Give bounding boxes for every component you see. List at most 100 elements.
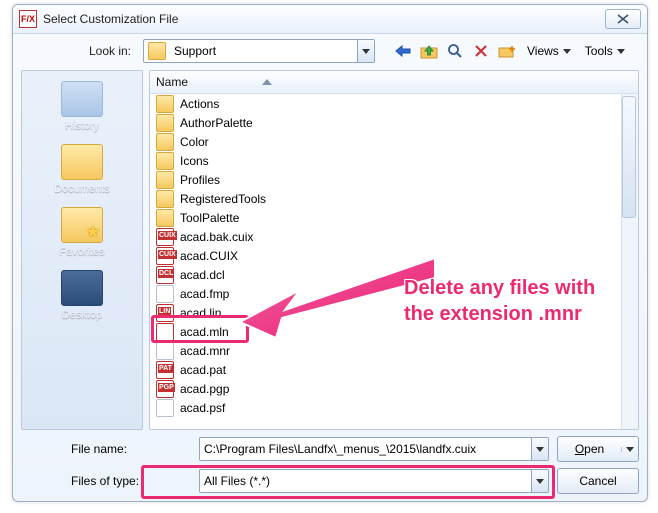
file-icon: [156, 304, 174, 322]
file-name: acad.mnr: [180, 344, 230, 358]
file-row[interactable]: Actions: [150, 94, 638, 113]
sort-indicator-icon: [262, 79, 272, 85]
file-icon: [156, 399, 174, 417]
dialog-window: F/X Select Customization File Look in: S…: [12, 4, 648, 502]
file-name: acad.bak.cuix: [180, 230, 253, 244]
open-button[interactable]: Open: [557, 436, 639, 462]
search-icon: [447, 43, 463, 59]
file-name: Profiles: [180, 173, 220, 187]
file-name: Color: [180, 135, 209, 149]
file-list[interactable]: Actions AuthorPalette Color Icons Profiles Re…: [150, 94, 638, 429]
places-item[interactable]: Desktop: [22, 270, 142, 321]
filetype-dropdown-arrow[interactable]: [531, 470, 548, 492]
file-name: acad.pat: [180, 363, 226, 377]
file-name: Actions: [180, 97, 219, 111]
open-button-label: Open: [558, 442, 621, 456]
close-icon: [617, 14, 629, 24]
views-menu[interactable]: Views: [523, 44, 575, 58]
file-row[interactable]: Profiles: [150, 170, 638, 189]
file-icon: [156, 361, 174, 379]
file-list-panel: Name Actions AuthorPalette Color Icons Profi…: [149, 70, 639, 430]
cancel-button[interactable]: Cancel: [557, 468, 639, 494]
file-row[interactable]: acad.mnr: [150, 341, 638, 360]
chevron-down-icon: [536, 479, 544, 484]
folder-icon: [156, 133, 174, 151]
top-controls: Look in: Support Views Tools: [13, 34, 647, 66]
file-name: acad.fmp: [180, 287, 229, 301]
file-icon: [156, 323, 174, 341]
lookin-combo[interactable]: Support: [143, 39, 375, 63]
file-icon: [156, 247, 174, 265]
file-icon: [156, 380, 174, 398]
bottom-panel: File name: C:\Program Files\Landfx\_menu…: [13, 432, 647, 502]
new-folder-button[interactable]: [497, 41, 517, 61]
places-item-label: History: [65, 120, 99, 132]
back-button[interactable]: [393, 41, 413, 61]
back-arrow-icon: [394, 44, 412, 58]
chevron-down-icon: [362, 49, 370, 54]
filetype-combo[interactable]: All Files (*.*): [199, 469, 549, 493]
tools-menu[interactable]: Tools: [581, 44, 629, 58]
annotation-text-line1: Delete any files with: [404, 275, 595, 301]
file-row[interactable]: Icons: [150, 151, 638, 170]
places-item[interactable]: Documents: [22, 144, 142, 195]
cancel-button-label: Cancel: [579, 474, 616, 488]
file-name: acad.CUIX: [180, 249, 238, 263]
file-row[interactable]: acad.CUIX: [150, 246, 638, 265]
file-row[interactable]: ToolPalette: [150, 208, 638, 227]
folder-icon: [148, 42, 166, 60]
open-button-split[interactable]: [621, 447, 638, 452]
filetype-label: Files of type:: [21, 474, 191, 488]
annotation-text-line2: the extension .mnr: [404, 301, 582, 327]
file-name: acad.mln: [180, 325, 229, 339]
folder-icon: [156, 171, 174, 189]
places-item-icon: [61, 144, 103, 180]
file-row[interactable]: Color: [150, 132, 638, 151]
scrollbar-track[interactable]: [621, 94, 638, 429]
file-icon: [156, 228, 174, 246]
up-folder-button[interactable]: [419, 41, 439, 61]
places-item[interactable]: Favorites: [22, 207, 142, 258]
file-name: RegisteredTools: [180, 192, 266, 206]
file-icon: [156, 285, 174, 303]
places-item[interactable]: History: [22, 81, 142, 132]
app-icon: F/X: [19, 10, 37, 28]
lookin-dropdown-arrow[interactable]: [357, 40, 374, 62]
places-item-label: Favorites: [59, 246, 104, 258]
filetype-row: Files of type: All Files (*.*) Cancel: [21, 468, 639, 494]
filename-label: File name:: [21, 442, 191, 456]
file-row[interactable]: RegisteredTools: [150, 189, 638, 208]
filename-row: File name: C:\Program Files\Landfx\_menu…: [21, 436, 639, 462]
folder-icon: [156, 209, 174, 227]
places-item-icon: [61, 207, 103, 243]
file-row[interactable]: acad.psf: [150, 398, 638, 417]
file-row[interactable]: AuthorPalette: [150, 113, 638, 132]
filename-field[interactable]: C:\Program Files\Landfx\_menus_\2015\lan…: [199, 437, 549, 461]
search-button[interactable]: [445, 41, 465, 61]
chevron-down-icon: [626, 447, 634, 452]
new-folder-icon: [498, 43, 516, 59]
filename-dropdown-arrow[interactable]: [531, 438, 548, 460]
file-name: Icons: [180, 154, 209, 168]
file-icon: [156, 266, 174, 284]
file-name: ToolPalette: [180, 211, 239, 225]
file-name: AuthorPalette: [180, 116, 253, 130]
up-folder-icon: [420, 43, 438, 59]
filetype-value: All Files (*.*): [200, 474, 531, 488]
folder-icon: [156, 152, 174, 170]
file-row[interactable]: acad.pgp: [150, 379, 638, 398]
file-row[interactable]: acad.bak.cuix: [150, 227, 638, 246]
column-header[interactable]: Name: [150, 71, 638, 94]
delete-button[interactable]: [471, 41, 491, 61]
file-name: acad.pgp: [180, 382, 229, 396]
folder-icon: [156, 190, 174, 208]
folder-icon: [156, 95, 174, 113]
places-item-label: Documents: [54, 183, 110, 195]
delete-icon: [474, 44, 488, 58]
file-row[interactable]: acad.pat: [150, 360, 638, 379]
close-button[interactable]: [605, 9, 641, 29]
toolbar: Views Tools: [393, 41, 629, 61]
title-bar: F/X Select Customization File: [13, 5, 647, 34]
scrollbar-thumb[interactable]: [622, 96, 636, 218]
file-name: acad.lin: [180, 306, 221, 320]
